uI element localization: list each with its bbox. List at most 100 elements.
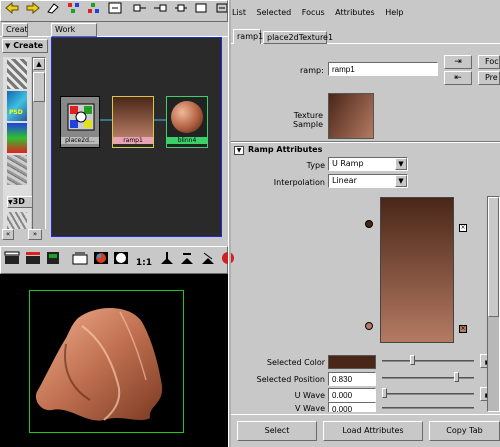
tab-ramp1[interactable]: ramp1: [233, 29, 263, 44]
interpolation-value: Linear: [332, 176, 357, 185]
chevron-down-icon: ▼: [395, 158, 407, 170]
scroll-up-arrow[interactable]: ▲: [33, 58, 45, 70]
scroll-left-arrow[interactable]: «: [2, 229, 14, 240]
selected-color-swatch[interactable]: [328, 355, 376, 369]
node-label-blinn: blinn4: [167, 137, 207, 144]
selected-color-label: Selected Color: [266, 358, 325, 367]
ramp-editor-box[interactable]: [380, 197, 454, 343]
3d-swatch[interactable]: ▼3D: [7, 196, 33, 208]
color-ball-icon[interactable]: [92, 251, 110, 269]
ramp-swatch[interactable]: [7, 123, 27, 153]
menu-focus[interactable]: Focus: [302, 8, 325, 17]
presets-button[interactable]: Pre: [478, 71, 500, 85]
ramp-delete-handle-top[interactable]: ×: [459, 224, 467, 232]
work-area[interactable]: place2d… ramp1 blinn4: [51, 37, 222, 237]
attr-scrollbar[interactable]: [487, 196, 500, 412]
load-attributes-button[interactable]: Load Attributes: [323, 421, 423, 441]
attr-tabs: ramp1 place2dTexture1: [231, 29, 500, 44]
collapse-triangle-icon: ▼: [234, 146, 244, 155]
layout-icon[interactable]: [106, 2, 124, 20]
copy-tab-button[interactable]: Copy Tab: [429, 421, 500, 441]
save-icon[interactable]: [158, 251, 176, 269]
psd-swatch[interactable]: PSD: [7, 91, 27, 121]
u-wave-thumb[interactable]: [382, 388, 387, 398]
work-area-hscroll[interactable]: « »: [0, 229, 51, 241]
type-value: U Ramp: [332, 159, 364, 168]
graph-icon[interactable]: [65, 2, 83, 20]
attr-scroll-thumb[interactable]: [488, 197, 499, 317]
ramp-delete-handle-bottom[interactable]: ×: [459, 325, 467, 333]
selected-position-field[interactable]: [328, 372, 376, 386]
selected-position-slider[interactable]: [382, 377, 474, 379]
inout-icon[interactable]: [172, 2, 190, 20]
ramp-color-handle-top[interactable]: [365, 220, 373, 228]
arrow-left-icon[interactable]: [3, 1, 21, 20]
focus-button[interactable]: Foc: [478, 55, 500, 69]
bulge-swatch[interactable]: [7, 59, 27, 89]
divider-vertical[interactable]: [228, 0, 231, 447]
u-wave-label: U Wave: [294, 391, 325, 400]
type-dropdown[interactable]: U Ramp ▼: [328, 157, 408, 171]
attr-menu-bar: List Selected Focus Attributes Help: [232, 8, 500, 20]
psd-label: PSD: [9, 109, 23, 116]
node-label-ramp: ramp1: [113, 137, 153, 144]
tab-create[interactable]: Creat: [2, 23, 28, 37]
scroll-thumb[interactable]: [33, 72, 45, 102]
white-ball-icon[interactable]: [112, 251, 130, 269]
interpolation-label: Interpolation: [273, 178, 325, 187]
collapse-icon[interactable]: [213, 2, 227, 20]
tab-place2dtexture1[interactable]: place2dTexture1: [263, 31, 333, 44]
focus-in-button[interactable]: ⇥: [444, 55, 472, 69]
dropdown-icon: ▼: [5, 42, 11, 50]
bottom-button-bar: Select Load Attributes Copy Tab: [231, 414, 500, 447]
section-divider: [231, 141, 500, 143]
ramp-name-field[interactable]: [328, 62, 438, 76]
ipr-icon[interactable]: [44, 251, 62, 269]
u-wave-slider[interactable]: [382, 393, 474, 395]
v-wave-slider[interactable]: [382, 407, 474, 409]
select-button[interactable]: Select: [237, 421, 317, 441]
arrow-right-icon[interactable]: [24, 1, 42, 20]
texture-sample-label: Texture Sample: [293, 111, 323, 129]
keep-icon[interactable]: [178, 251, 196, 269]
clear-icon[interactable]: [192, 2, 210, 20]
clapboard-icon[interactable]: [3, 251, 21, 269]
create-scrollbar[interactable]: ▲: [32, 57, 46, 237]
create-button[interactable]: ▼ Create: [2, 39, 48, 53]
node-ramp1[interactable]: ramp1: [112, 96, 154, 148]
zoom-ratio-label[interactable]: 1:1: [136, 258, 152, 268]
ramp-attributes-header[interactable]: ▼ Ramp Attributes: [234, 145, 474, 156]
menu-help[interactable]: Help: [385, 8, 403, 17]
place2d-icon: [67, 103, 95, 131]
v-wave-field[interactable]: [328, 402, 376, 412]
node-place2dtexture[interactable]: place2d…: [60, 96, 100, 148]
menu-attributes[interactable]: Attributes: [335, 8, 375, 17]
rendered-cloth: [35, 307, 163, 421]
scroll-right-arrow[interactable]: »: [28, 229, 42, 240]
eraser-icon[interactable]: [44, 2, 62, 20]
texture-sample-swatch: [328, 93, 374, 139]
noise-swatch[interactable]: [7, 155, 27, 185]
snapshot-icon[interactable]: [71, 251, 89, 269]
upstream-icon[interactable]: [131, 2, 149, 20]
tab-work-area[interactable]: Work Area: [51, 23, 97, 46]
selected-color-thumb[interactable]: [410, 355, 415, 365]
u-wave-field[interactable]: [328, 388, 376, 402]
remove-icon[interactable]: [199, 251, 217, 269]
selected-color-slider[interactable]: [382, 360, 474, 362]
ramp-color-handle-bottom[interactable]: [365, 322, 373, 330]
render-viewport[interactable]: [0, 274, 228, 447]
menu-selected[interactable]: Selected: [257, 8, 292, 17]
render-toolbar: 1:1: [0, 246, 235, 274]
node-blinn4[interactable]: blinn4: [166, 96, 208, 148]
v-wave-label: V Wave: [295, 404, 325, 412]
create-label: Create: [13, 41, 44, 50]
selected-position-thumb[interactable]: [454, 372, 459, 382]
interpolation-dropdown[interactable]: Linear ▼: [328, 174, 408, 188]
focus-out-button[interactable]: ⇤: [444, 71, 472, 85]
downstream-icon[interactable]: [151, 2, 169, 20]
menu-list[interactable]: List: [232, 8, 246, 17]
graph-up-icon[interactable]: [85, 2, 103, 20]
ipr-clap-icon[interactable]: [24, 251, 42, 269]
node-label-place2d: place2d…: [61, 137, 99, 144]
